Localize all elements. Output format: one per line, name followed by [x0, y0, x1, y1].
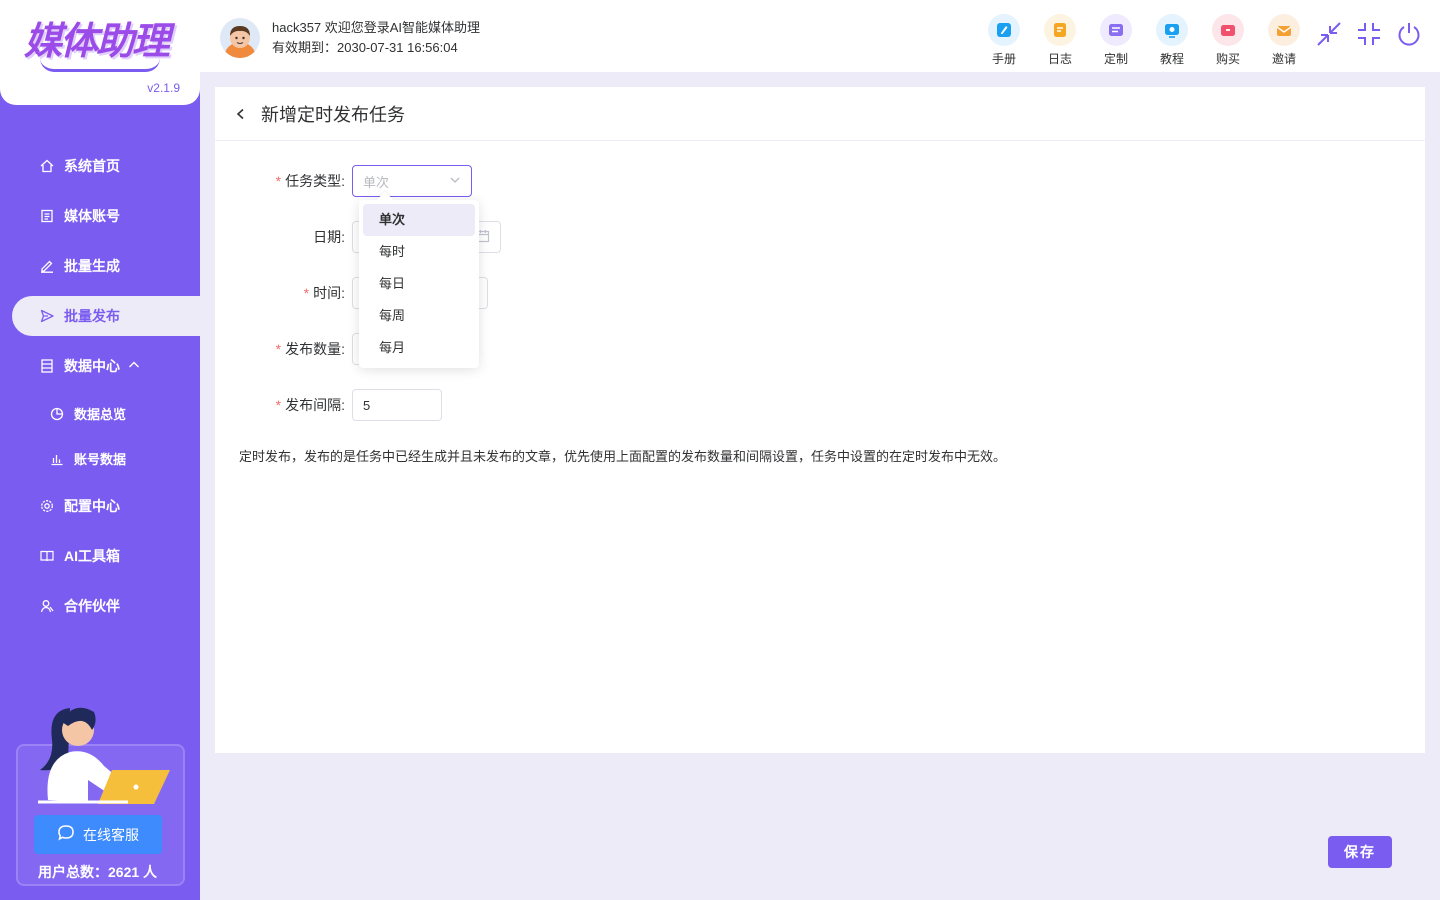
- card-header: 新增定时发布任务: [215, 87, 1425, 141]
- edit-icon: [40, 259, 54, 273]
- sidebar-item-ai-toolbox[interactable]: AI工具箱: [0, 531, 200, 581]
- dropdown-option-monthly[interactable]: 每月: [363, 332, 475, 364]
- interval-label: * 发布间隔:: [275, 397, 345, 413]
- custom-icon: [1100, 14, 1132, 46]
- sidebar-item-batch-publish[interactable]: 批量发布: [12, 296, 200, 336]
- expiry-text: 有效期到：2030-07-31 16:56:04: [272, 40, 458, 55]
- interval-input[interactable]: 5: [352, 389, 442, 421]
- sidebar-item-label: 账号数据: [74, 452, 127, 467]
- dropdown-option-daily[interactable]: 每日: [363, 268, 475, 300]
- data-icon: [40, 359, 54, 373]
- top-header: hack357 欢迎您登录AI智能媒体助理 有效期到：2030-07-31 16…: [200, 0, 1440, 72]
- dropdown-option-once[interactable]: 单次: [363, 204, 475, 236]
- time-label: * 时间:: [303, 285, 345, 301]
- exit-fullscreen-icon[interactable]: [1355, 20, 1383, 48]
- task-type-placeholder: 单次: [363, 174, 390, 190]
- tutorial-icon: [1156, 14, 1188, 46]
- sidebar-item-label: 数据中心: [64, 358, 120, 374]
- task-type-select[interactable]: 单次: [352, 165, 472, 197]
- app-logo: 媒体助理: [24, 18, 170, 63]
- invite-button[interactable]: 邀请: [1256, 14, 1312, 67]
- invite-label: 邀请: [1271, 52, 1296, 66]
- invite-icon: [1268, 14, 1300, 46]
- custom-button[interactable]: 定制: [1088, 14, 1144, 67]
- bar-chart-icon: [50, 452, 64, 466]
- pie-chart-icon: [50, 407, 64, 421]
- user-welcome: hack357 欢迎您登录AI智能媒体助理 有效期到：2030-07-31 16…: [272, 18, 480, 58]
- logo-area: 媒体助理 v2.1.9: [0, 0, 200, 105]
- log-label: 日志: [1047, 52, 1072, 66]
- sidebar-item-media-account[interactable]: 媒体账号: [0, 191, 200, 241]
- sidebar-item-label: 批量发布: [64, 308, 120, 324]
- custom-label: 定制: [1103, 52, 1128, 66]
- user-total: 用户总数：2621 人: [38, 864, 158, 880]
- online-support-label: 在线客服: [83, 826, 139, 843]
- chat-icon: [57, 824, 75, 845]
- sidebar-item-label: 批量生成: [64, 258, 120, 274]
- sidebar-nav: 系统首页 媒体账号 批量生成 批量发布 数据中心 数据总览 账号数据 配置中心 …: [0, 141, 200, 631]
- minimize-icon[interactable]: [1315, 20, 1343, 48]
- sidebar: 媒体助理 v2.1.9 系统首页 媒体账号 批量生成 批量发布 数据中心 数据总…: [0, 0, 200, 900]
- task-type-row: * 任务类型: 单次: [215, 165, 472, 197]
- online-support-button[interactable]: 在线客服: [34, 815, 162, 854]
- sidebar-item-label: 配置中心: [64, 498, 120, 514]
- sidebar-item-label: AI工具箱: [64, 548, 120, 564]
- send-icon: [40, 309, 54, 323]
- power-icon[interactable]: [1395, 20, 1423, 48]
- sidebar-item-partners[interactable]: 合作伙伴: [0, 581, 200, 631]
- date-label: 日期:: [313, 229, 345, 245]
- back-arrow-icon[interactable]: [233, 106, 249, 122]
- sidebar-item-data-overview[interactable]: 数据总览: [0, 391, 200, 436]
- gear-icon: [40, 499, 54, 513]
- welcome-text: hack357 欢迎您登录AI智能媒体助理: [272, 20, 481, 35]
- partner-icon: [40, 599, 54, 613]
- avatar[interactable]: [220, 18, 260, 58]
- log-icon: [1044, 14, 1076, 46]
- page-title: 新增定时发布任务: [261, 104, 405, 125]
- app-version: v2.1.9: [147, 81, 180, 95]
- sidebar-item-label: 合作伙伴: [64, 598, 120, 614]
- task-type-dropdown: 单次 每时 每日 每周 每月: [359, 191, 479, 368]
- sidebar-item-label: 媒体账号: [64, 208, 120, 224]
- home-icon: [40, 159, 54, 173]
- account-icon: [40, 209, 54, 223]
- chevron-up-icon: [128, 358, 140, 374]
- sidebar-item-config-center[interactable]: 配置中心: [0, 481, 200, 531]
- sidebar-item-label: 系统首页: [64, 158, 120, 174]
- log-button[interactable]: 日志: [1032, 14, 1088, 67]
- interval-value: 5: [363, 397, 371, 413]
- manual-button[interactable]: 手册: [976, 14, 1032, 67]
- sidebar-item-home[interactable]: 系统首页: [0, 141, 200, 191]
- window-controls: [1315, 20, 1423, 48]
- purchase-icon: [1212, 14, 1244, 46]
- sidebar-item-label: 数据总览: [74, 407, 127, 422]
- save-button[interactable]: 保存: [1328, 836, 1392, 868]
- purchase-label: 购买: [1215, 52, 1240, 66]
- sidebar-item-batch-generate[interactable]: 批量生成: [0, 241, 200, 291]
- sidebar-item-account-data[interactable]: 账号数据: [0, 436, 200, 481]
- publish-note: 定时发布，发布的是任务中已经生成并且未发布的文章，优先使用上面配置的发布数量和间…: [239, 449, 1007, 464]
- purchase-button[interactable]: 购买: [1200, 14, 1256, 67]
- sidebar-item-data-center[interactable]: 数据中心: [0, 341, 200, 391]
- tutorial-button[interactable]: 教程: [1144, 14, 1200, 67]
- dropdown-option-weekly[interactable]: 每周: [363, 300, 475, 332]
- dropdown-option-hourly[interactable]: 每时: [363, 236, 475, 268]
- manual-icon: [988, 14, 1020, 46]
- form-card: 新增定时发布任务 * 任务类型: 单次 日期: * 时间: * 发布数量: * 发布间隔…: [215, 87, 1425, 753]
- task-type-label: * 任务类型:: [275, 173, 345, 189]
- toolbar: 手册 日志 定制 教程 购买 邀请: [976, 14, 1312, 67]
- manual-label: 手册: [991, 52, 1016, 66]
- count-label: * 发布数量:: [275, 341, 345, 357]
- book-icon: [40, 549, 54, 563]
- illustration-person-laptop: [38, 707, 170, 804]
- logo-swoosh: [40, 58, 160, 72]
- chevron-down-icon: [449, 174, 461, 189]
- interval-row: * 发布间隔: 5: [215, 389, 442, 421]
- tutorial-label: 教程: [1159, 52, 1184, 66]
